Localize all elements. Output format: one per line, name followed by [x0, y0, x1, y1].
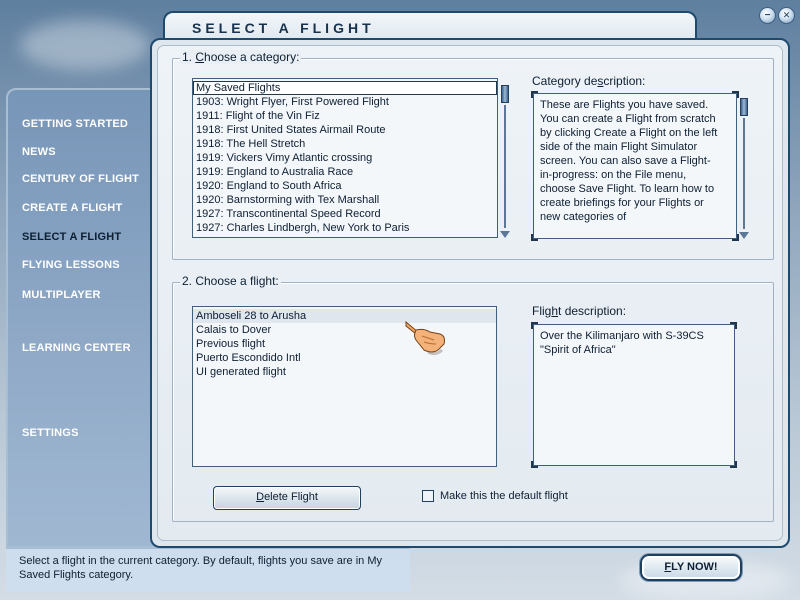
- scroll-down-arrow-icon[interactable]: [739, 232, 749, 239]
- sidebar-item-learning-center[interactable]: LEARNING CENTER: [22, 342, 131, 354]
- description-scrollbar[interactable]: [738, 96, 750, 239]
- flight-description-text: Over the Kilimanjaro with S-39CS "Spirit…: [540, 330, 704, 356]
- sidebar-item-settings[interactable]: SETTINGS: [22, 427, 79, 439]
- category-list-item[interactable]: 1903: Wright Flyer, First Powered Flight: [193, 95, 497, 109]
- corner-bracket-icon: [531, 322, 538, 329]
- category-scrollbar[interactable]: [499, 83, 511, 238]
- scroll-down-arrow-icon[interactable]: [500, 231, 510, 238]
- flight-description: Over the Kilimanjaro with S-39CS "Spirit…: [531, 322, 737, 468]
- category-list-item[interactable]: 1920: England to South Africa: [193, 179, 497, 193]
- minimize-icon: −: [764, 9, 771, 21]
- corner-bracket-icon: [730, 461, 737, 468]
- category-list-item[interactable]: 1920: Barnstorming with Tex Marshall: [193, 193, 497, 207]
- category-list-item[interactable]: 1918: The Hell Stretch: [193, 137, 497, 151]
- sidebar-item-century-of-flight[interactable]: CENTURY OF FLIGHT: [22, 173, 139, 185]
- sidebar-item-news[interactable]: NEWS: [22, 146, 56, 158]
- background-cloud: [20, 20, 150, 70]
- description-scroll-thumb[interactable]: [740, 98, 748, 116]
- sidebar: GETTING STARTED NEWS CENTURY OF FLIGHT C…: [6, 88, 156, 548]
- status-bar: Select a flight in the current category.…: [6, 548, 410, 592]
- page-title: SELECT A FLIGHT: [192, 20, 375, 36]
- corner-bracket-icon: [531, 461, 538, 468]
- close-button[interactable]: ✕: [778, 7, 795, 24]
- category-description-label: Category description:: [532, 74, 646, 88]
- category-list-item[interactable]: 1919: Vickers Vimy Atlantic crossing: [193, 151, 497, 165]
- sidebar-item-multiplayer[interactable]: MULTIPLAYER: [22, 289, 101, 301]
- flight-section-label: 2. Choose a flight:: [180, 274, 281, 288]
- status-text: Select a flight in the current category.…: [19, 555, 382, 581]
- default-flight-checkbox-label[interactable]: Make this the default flight: [440, 490, 568, 502]
- delete-flight-button[interactable]: Delete Flight: [213, 486, 361, 510]
- description-scroll-track: [743, 118, 745, 229]
- category-scroll-thumb[interactable]: [501, 85, 509, 103]
- category-list-item[interactable]: 1927: Transcontinental Speed Record: [193, 207, 497, 221]
- fly-now-button[interactable]: FLY NOW!: [640, 554, 742, 581]
- flight-list-item[interactable]: UI generated flight: [193, 365, 496, 379]
- flight-rows: Amboseli 28 to Arusha Calais to Dover Prev…: [193, 309, 496, 379]
- corner-bracket-icon: [531, 91, 538, 98]
- category-list-item[interactable]: 1918: First United States Airmail Route: [193, 123, 497, 137]
- pointing-hand-cursor-icon: [405, 320, 445, 356]
- default-flight-checkbox[interactable]: [422, 490, 434, 502]
- flight-list[interactable]: Amboseli 28 to Arusha Calais to Dover Prev…: [192, 306, 497, 467]
- main-panel: 1. Choose a category: My Saved Flights 19…: [150, 38, 790, 548]
- sidebar-item-select-a-flight[interactable]: SELECT A FLIGHT: [22, 231, 121, 243]
- category-list-item[interactable]: 1911: Flight of the Vin Fiz: [193, 109, 497, 123]
- flight-list-item[interactable]: Calais to Dover: [193, 323, 496, 337]
- sidebar-item-getting-started[interactable]: GETTING STARTED: [22, 118, 128, 130]
- category-section-label: 1. Choose a category:: [180, 50, 302, 64]
- flight-list-item[interactable]: Previous flight: [193, 337, 496, 351]
- category-description: These are Flights you have saved. You ca…: [531, 91, 739, 241]
- category-list-item[interactable]: 1927: Charles Lindbergh, New York to Par…: [193, 221, 497, 235]
- category-description-text: These are Flights you have saved. You ca…: [540, 99, 718, 223]
- corner-bracket-icon: [730, 322, 737, 329]
- category-list-item[interactable]: My Saved Flights: [193, 81, 497, 95]
- flight-description-label: Flight description:: [532, 304, 627, 318]
- close-icon: ✕: [782, 10, 791, 20]
- category-list-item[interactable]: 1919: England to Australia Race: [193, 165, 497, 179]
- flight-list-item[interactable]: Amboseli 28 to Arusha: [193, 309, 496, 323]
- flight-list-item[interactable]: Puerto Escondido Intl: [193, 351, 496, 365]
- corner-bracket-icon: [531, 234, 538, 241]
- category-list[interactable]: My Saved Flights 1903: Wright Flyer, Firs…: [192, 78, 498, 238]
- sidebar-item-flying-lessons[interactable]: FLYING LESSONS: [22, 259, 120, 271]
- sidebar-item-create-a-flight[interactable]: CREATE A FLIGHT: [22, 202, 122, 214]
- category-rows: My Saved Flights 1903: Wright Flyer, Firs…: [193, 81, 497, 235]
- minimize-button[interactable]: −: [759, 7, 776, 24]
- category-scroll-track: [504, 105, 506, 228]
